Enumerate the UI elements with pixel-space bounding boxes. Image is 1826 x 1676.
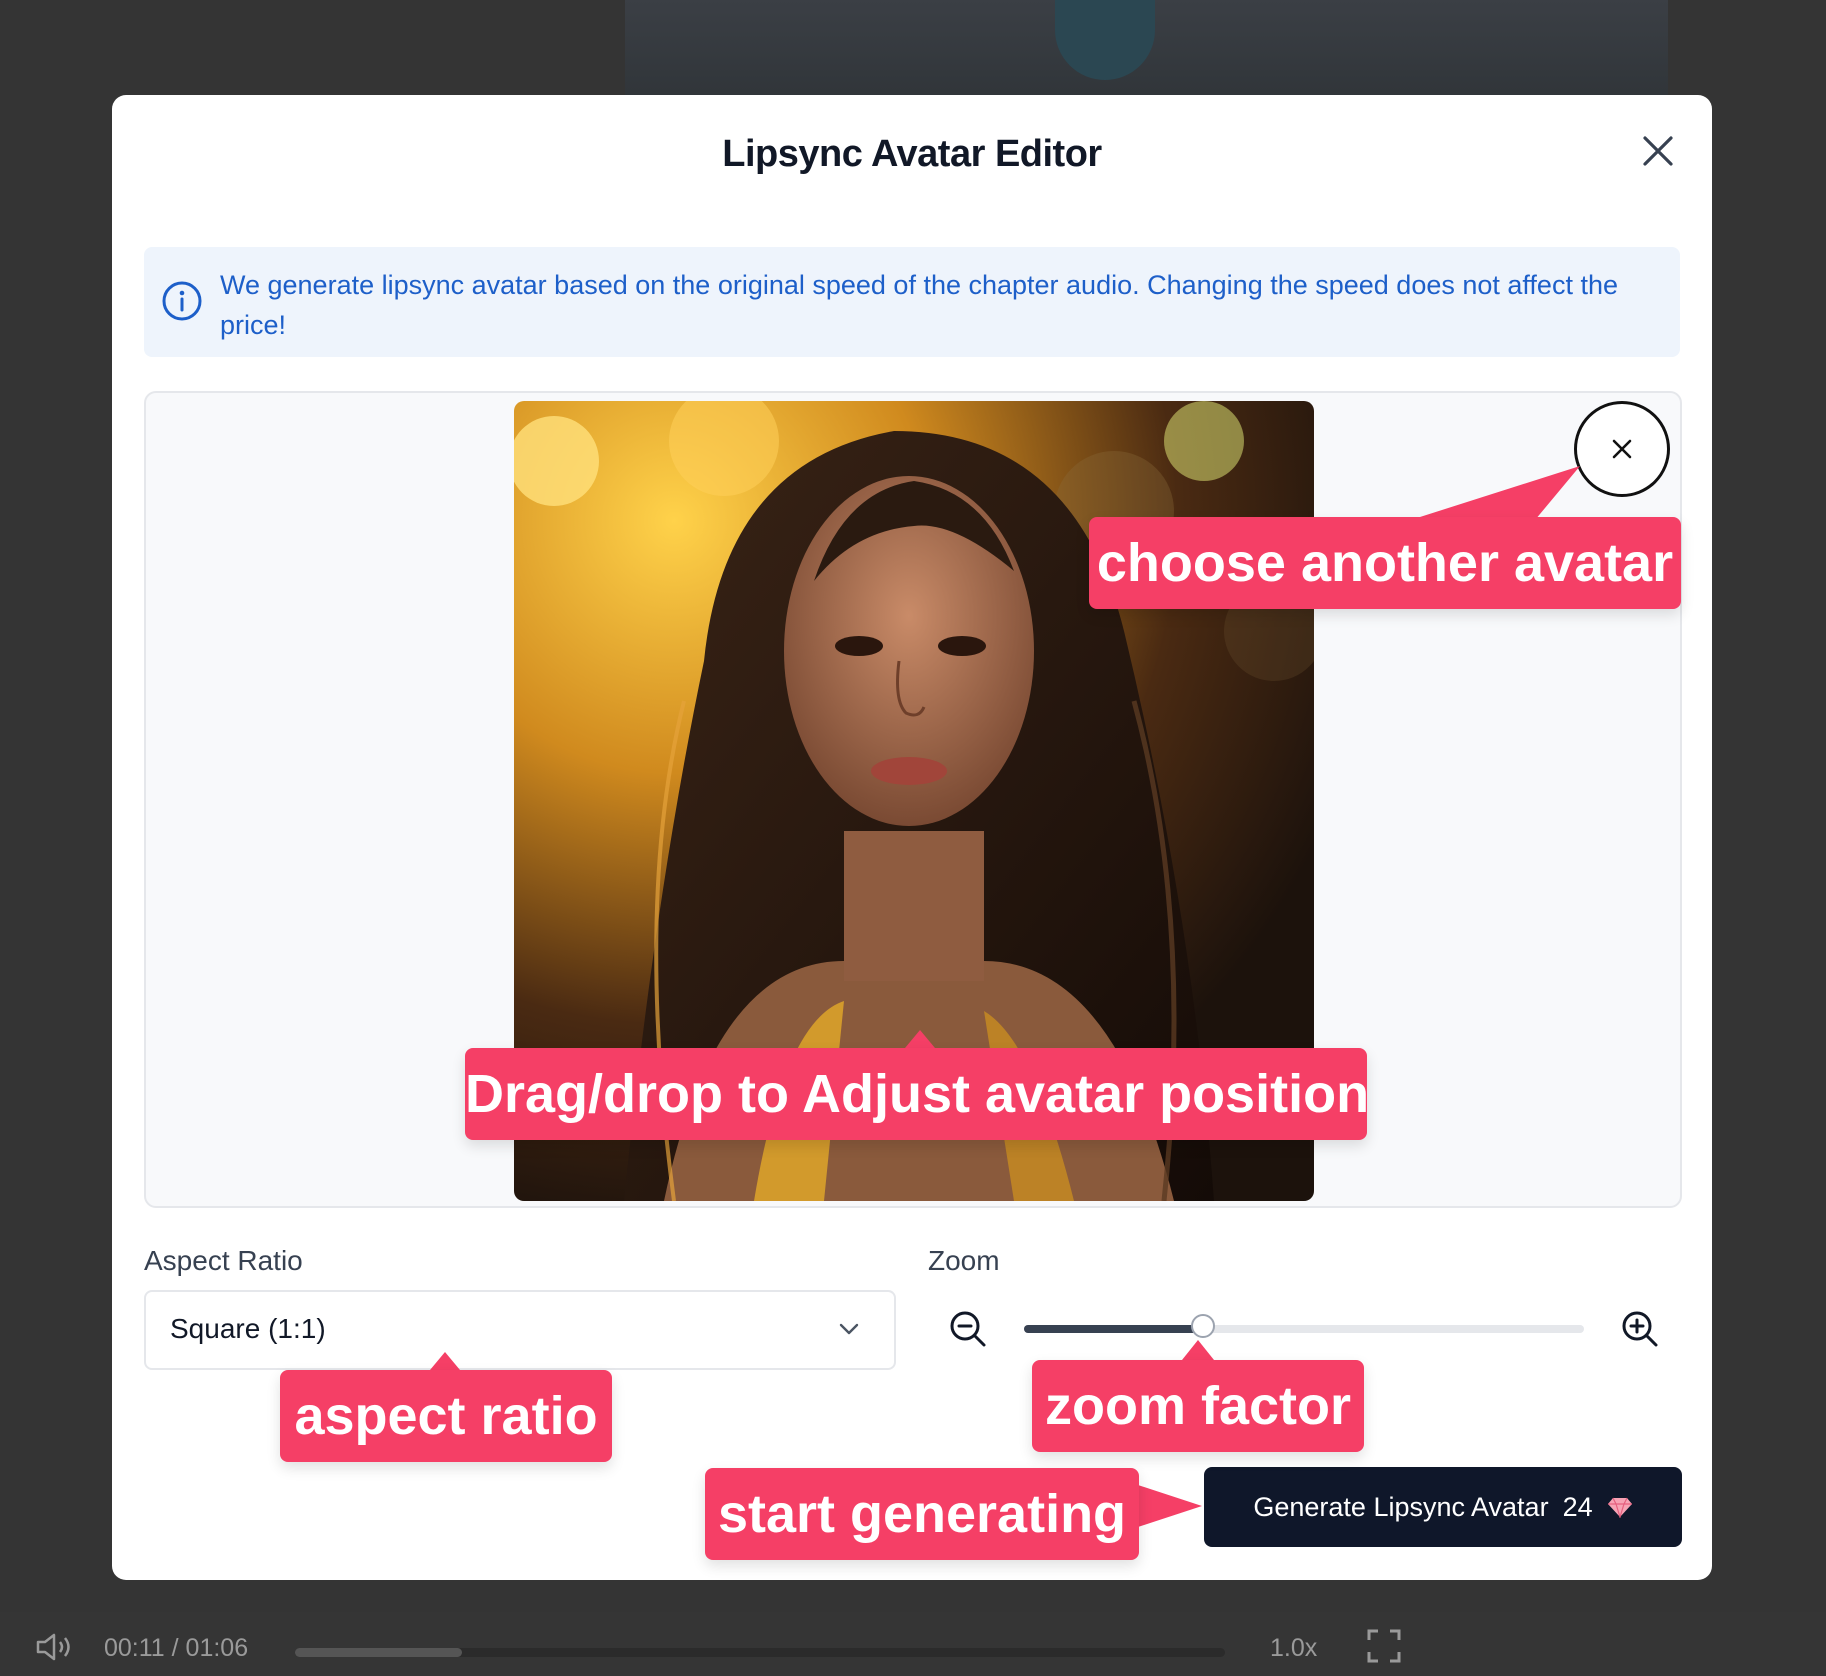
zoom-out-icon[interactable] xyxy=(948,1309,988,1349)
info-text: We generate lipsync avatar based on the … xyxy=(220,270,1618,340)
annotation-zoom-factor: zoom factor xyxy=(1032,1360,1364,1452)
generate-cost: 24 xyxy=(1562,1491,1593,1522)
zoom-slider-fill xyxy=(1024,1325,1204,1333)
playback-progress-fill xyxy=(295,1648,463,1657)
aspect-ratio-select[interactable]: Square (1:1) xyxy=(144,1290,896,1370)
close-icon xyxy=(1612,439,1632,459)
aspect-ratio-label: Aspect Ratio xyxy=(144,1245,303,1276)
info-banner: We generate lipsync avatar based on the … xyxy=(144,247,1680,357)
fullscreen-icon[interactable] xyxy=(1366,1628,1402,1664)
close-icon[interactable] xyxy=(1640,133,1676,169)
gem-icon xyxy=(1607,1497,1632,1518)
background-video-shape xyxy=(1055,0,1155,80)
playback-time: 00:11 / 01:06 xyxy=(104,1634,249,1662)
volume-icon[interactable] xyxy=(34,1632,74,1662)
annotation-start-generating: start generating xyxy=(705,1468,1139,1560)
modal-title: Lipsync Avatar Editor xyxy=(722,133,1102,175)
aspect-ratio-value: Square (1:1) xyxy=(170,1313,326,1344)
video-player-bar: 00:11 / 01:06 1.0x xyxy=(0,1612,1826,1676)
zoom-slider[interactable] xyxy=(1024,1314,1584,1338)
zoom-label: Zoom xyxy=(928,1245,1000,1276)
remove-avatar-button[interactable] xyxy=(1574,401,1670,497)
annotation-choose-avatar: choose another avatar xyxy=(1089,517,1681,609)
generate-lipsync-avatar-button[interactable]: Generate Lipsync Avatar 24 xyxy=(1204,1467,1682,1547)
annotation-aspect-ratio: aspect ratio xyxy=(280,1370,612,1462)
zoom-in-icon[interactable] xyxy=(1620,1309,1660,1349)
chevron-down-icon xyxy=(839,1323,859,1335)
generate-button-label: Generate Lipsync Avatar xyxy=(1253,1491,1549,1522)
background-video-frame xyxy=(625,0,1668,110)
annotation-drag-drop: Drag/drop to Adjust avatar position xyxy=(465,1048,1369,1140)
playback-speed[interactable]: 1.0x xyxy=(1270,1634,1317,1663)
lipsync-avatar-editor-modal: Lipsync Avatar Editor We generate lipsyn… xyxy=(112,95,1712,1580)
info-icon xyxy=(162,281,202,321)
zoom-slider-thumb[interactable] xyxy=(1191,1314,1216,1338)
playback-progress-bar[interactable] xyxy=(295,1648,1225,1657)
